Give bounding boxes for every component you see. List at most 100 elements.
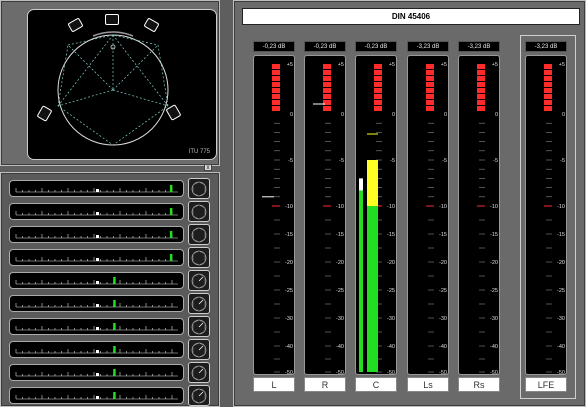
svg-text:-5: -5 xyxy=(560,158,565,164)
level-meter: +5 0 -5 -10 -15 -20 -25 -30 -40 -50 xyxy=(355,55,397,375)
mini-scope-graphic xyxy=(191,365,207,381)
svg-text:-50: -50 xyxy=(336,370,344,374)
svg-text:-50: -50 xyxy=(557,370,565,374)
svg-text:+5: +5 xyxy=(287,62,293,68)
phase-strip-graphic xyxy=(15,346,178,354)
svg-text:-50: -50 xyxy=(387,370,395,374)
svg-text:0: 0 xyxy=(444,112,447,118)
level-meter-graphic: +5 0 -5 -10 -15 -20 -25 -30 -40 -50 xyxy=(544,62,565,374)
mini-scope-graphic xyxy=(191,181,207,197)
channel-label[interactable]: R xyxy=(304,377,346,392)
svg-text:-30: -30 xyxy=(557,316,565,322)
svg-text:-15: -15 xyxy=(387,232,395,238)
level-meter-graphic: +5 0 -5 -10 -15 -20 -25 -30 -40 -50 xyxy=(477,62,498,374)
channel-label[interactable]: LFE xyxy=(525,377,567,392)
mini-scope-button[interactable] xyxy=(188,247,210,268)
channel-value: -0,23 dB xyxy=(355,41,397,52)
svg-text:-15: -15 xyxy=(557,232,565,238)
phase-strip xyxy=(9,295,184,312)
svg-text:-50: -50 xyxy=(285,370,293,374)
svg-text:-25: -25 xyxy=(557,288,565,294)
itu-label: ITU 775 xyxy=(188,149,210,155)
svg-text:-20: -20 xyxy=(557,260,565,266)
phase-strip xyxy=(9,318,184,335)
svg-text:-25: -25 xyxy=(285,288,293,294)
svg-text:-5: -5 xyxy=(339,158,344,164)
svg-text:-10: -10 xyxy=(490,204,498,210)
svg-text:-5: -5 xyxy=(493,158,498,164)
phase-strip-graphic xyxy=(15,185,178,193)
mini-scope-button[interactable] xyxy=(188,270,210,291)
svg-text:-40: -40 xyxy=(439,344,447,350)
mini-scope-graphic xyxy=(191,296,207,312)
phase-strip xyxy=(9,364,184,381)
svg-text:-40: -40 xyxy=(336,344,344,350)
mini-scope-graphic xyxy=(191,250,207,266)
svg-text:-15: -15 xyxy=(336,232,344,238)
mini-scope-button[interactable] xyxy=(188,362,210,383)
svg-text:-10: -10 xyxy=(439,204,447,210)
svg-text:-5: -5 xyxy=(390,158,395,164)
svg-text:0: 0 xyxy=(392,112,395,118)
svg-text:-15: -15 xyxy=(439,232,447,238)
level-meter: +5 0 -5 -10 -15 -20 -25 -30 -40 -50 xyxy=(525,55,567,375)
svg-text:-25: -25 xyxy=(490,288,498,294)
channel-label[interactable]: C xyxy=(355,377,397,392)
meter-panel: DIN 45406 -0,23 dB +5 0 -5 -10 -15 -20 -25 -30 -4… xyxy=(233,0,586,407)
level-meter-graphic: +5 0 -5 -10 -15 -20 -25 -30 -40 -50 xyxy=(313,62,344,374)
channel-label[interactable]: Ls xyxy=(407,377,449,392)
mini-scope-button[interactable] xyxy=(188,316,210,337)
close-button[interactable]: x xyxy=(204,164,212,171)
svg-text:+5: +5 xyxy=(338,62,344,68)
svg-text:0: 0 xyxy=(562,112,565,118)
svg-text:-20: -20 xyxy=(439,260,447,266)
phase-strip-graphic xyxy=(15,392,178,400)
svg-text:-10: -10 xyxy=(557,204,565,210)
phase-strip-graphic xyxy=(15,300,178,308)
svg-text:-50: -50 xyxy=(490,370,498,374)
svg-text:+5: +5 xyxy=(389,62,395,68)
mini-scope-graphic xyxy=(191,342,207,358)
svg-text:-10: -10 xyxy=(387,204,395,210)
svg-text:-25: -25 xyxy=(336,288,344,294)
mini-scope-graphic xyxy=(191,388,207,404)
channel-value: -3,23 dB xyxy=(458,41,500,52)
mini-scope-graphic xyxy=(191,227,207,243)
svg-text:-10: -10 xyxy=(285,204,293,210)
phase-strip xyxy=(9,203,184,220)
level-meter: +5 0 -5 -10 -15 -20 -25 -30 -40 -50 xyxy=(458,55,500,375)
phase-strip-graphic xyxy=(15,231,178,239)
mini-scope-graphic xyxy=(191,319,207,335)
svg-text:-30: -30 xyxy=(285,316,293,322)
mini-scope-button[interactable] xyxy=(188,385,210,406)
phase-strips-panel xyxy=(0,172,220,407)
svg-text:-20: -20 xyxy=(336,260,344,266)
svg-text:-20: -20 xyxy=(490,260,498,266)
svg-text:0: 0 xyxy=(341,112,344,118)
channel-label[interactable]: L xyxy=(253,377,295,392)
surround-scope: ITU 775 xyxy=(27,9,217,160)
svg-text:0: 0 xyxy=(290,112,293,118)
speaker-icon-center xyxy=(105,14,119,25)
svg-text:-30: -30 xyxy=(387,316,395,322)
mini-scope-button[interactable] xyxy=(188,178,210,199)
phase-strip-graphic xyxy=(15,208,178,216)
mini-scope-graphic xyxy=(191,273,207,289)
mini-scope-button[interactable] xyxy=(188,339,210,360)
channel-value: -3,23 dB xyxy=(407,41,449,52)
level-meter: +5 0 -5 -10 -15 -20 -25 -30 -40 -50 xyxy=(304,55,346,375)
svg-text:-5: -5 xyxy=(288,158,293,164)
mini-scope-button[interactable] xyxy=(188,201,210,222)
svg-text:-40: -40 xyxy=(557,344,565,350)
svg-text:+5: +5 xyxy=(492,62,498,68)
svg-text:-40: -40 xyxy=(285,344,293,350)
mini-scope-button[interactable] xyxy=(188,224,210,245)
svg-text:-10: -10 xyxy=(336,204,344,210)
svg-text:-40: -40 xyxy=(387,344,395,350)
svg-text:+5: +5 xyxy=(441,62,447,68)
phase-strip-graphic xyxy=(15,369,178,377)
channel-label[interactable]: Rs xyxy=(458,377,500,392)
phase-strip xyxy=(9,226,184,243)
mini-scope-button[interactable] xyxy=(188,293,210,314)
level-meter-graphic: +5 0 -5 -10 -15 -20 -25 -30 -40 -50 xyxy=(262,62,293,374)
